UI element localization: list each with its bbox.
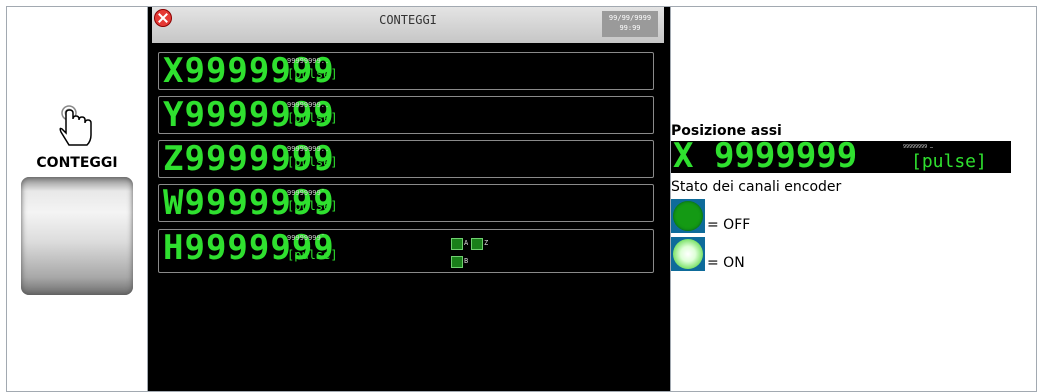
screen-title: CONTEGGI xyxy=(379,13,437,27)
axis-position-banner: X 9999999 99999999 … [pulse] xyxy=(671,141,1011,173)
encoder-status-text: Stato dei canali encoder xyxy=(671,179,842,195)
encoder-a-indicator xyxy=(451,238,463,250)
axis-row-z: Z9999999 99999999.. [pulse] xyxy=(158,139,654,179)
led-off-label: = OFF xyxy=(707,217,751,233)
banner-small-value: 99999999 … xyxy=(903,144,934,150)
led-off-icon xyxy=(671,199,705,233)
screen-cell: CONTEGGI 99/99/9999 99:99 X9999999 99999… xyxy=(147,6,671,392)
axis-small-value: 99999999ˉ xyxy=(287,234,325,242)
legend-title: Posizione assi xyxy=(671,123,782,139)
conteggi-button-image[interactable] xyxy=(21,177,133,295)
led-off-row: = OFF xyxy=(671,199,1036,233)
hand-touch-icon xyxy=(59,105,92,146)
axis-small-value: 99999999.. xyxy=(287,101,330,109)
axis-unit: [pulse] xyxy=(287,111,338,125)
conteggi-label: CONTEGGI xyxy=(36,155,118,171)
left-cell: CONTEGGI xyxy=(6,6,148,392)
legend-cell: Posizione assi X 9999999 99999999 … [pul… xyxy=(670,6,1037,392)
axis-row-x: X9999999 99999999.. [pulse] xyxy=(158,51,654,91)
axis-small-value: 99999999ˉ xyxy=(287,189,325,197)
axis-unit: [pulse] xyxy=(287,248,338,262)
date-text: 99/99/9999 xyxy=(608,14,652,22)
axis-small-value: 99999999.. xyxy=(287,145,330,153)
axis-row-y: Y9999999 99999999.. [pulse] xyxy=(158,95,654,135)
banner-axis-value: X 9999999 xyxy=(673,141,858,173)
axis-unit: [pulse] xyxy=(287,155,338,169)
encoder-b-indicator xyxy=(451,256,463,268)
encoder-z-indicator xyxy=(471,238,483,250)
date-time-box: 99/99/9999 99:99 xyxy=(602,11,658,37)
led-on-label: = ON xyxy=(707,255,745,271)
axis-small-value: 99999999.. xyxy=(287,57,330,65)
led-on-icon xyxy=(671,237,705,271)
encoder-a-label: A xyxy=(464,239,469,247)
title-bar: CONTEGGI 99/99/9999 99:99 xyxy=(152,7,664,43)
led-on-row: = ON xyxy=(671,237,1036,271)
axis-row-w: W9999999 99999999ˉ [pulse] xyxy=(158,183,654,223)
encoder-z-label: Z xyxy=(484,239,489,247)
documentation-table: CONTEGGI CONTEGGI 99/99/9999 99:99 X9999… xyxy=(6,6,1037,392)
banner-unit: [pulse] xyxy=(911,151,987,172)
axis-unit: [pulse] xyxy=(287,67,338,81)
time-text: 99:99 xyxy=(619,24,641,32)
encoder-b-label: B xyxy=(464,257,469,265)
axis-row-h: H9999999 99999999ˉ [pulse] A Z B xyxy=(158,228,654,273)
device-screen: CONTEGGI 99/99/9999 99:99 X9999999 99999… xyxy=(152,7,664,391)
axis-unit: [pulse] xyxy=(287,199,338,213)
